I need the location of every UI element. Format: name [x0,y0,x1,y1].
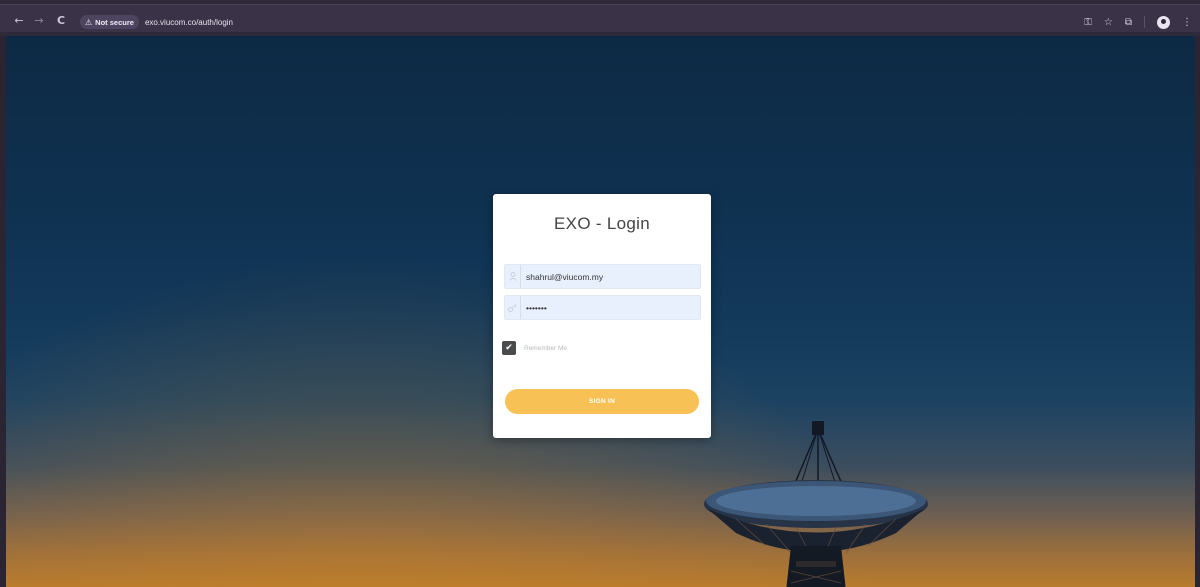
username-input[interactable] [526,271,696,282]
url-text[interactable]: exo.viucom.co/auth/login [145,18,233,27]
sign-in-button[interactable]: SIGN IN [505,389,699,414]
address-bar[interactable]: ⚠ Not secure exo.viucom.co/auth/login [80,14,1070,30]
forward-icon[interactable]: → [32,14,46,28]
bookmark-star-icon[interactable]: ☆ [1104,17,1113,28]
password-field[interactable]: ••••••• [504,295,701,320]
security-indicator[interactable]: ⚠ Not secure [80,15,139,29]
back-icon[interactable]: ← [12,14,26,28]
remember-me-checkbox[interactable]: ✔ [502,341,516,355]
browser-actions: ⚿ ☆ ⧉ ⋮ [1084,14,1192,30]
remember-me-label: Remember Me [524,344,567,352]
key-icon [505,296,521,319]
browser-toolbar: ← → C ⚠ Not secure exo.viucom.co/auth/lo… [0,4,1200,32]
satellite-dish-image [704,421,928,587]
remember-me[interactable]: ✔ Remember Me [502,341,567,355]
login-card: EXO - Login ••••••• ✔ Rememb [493,194,711,438]
password-key-icon[interactable]: ⚿ [1084,17,1092,28]
extensions-icon[interactable]: ⧉ [1125,17,1132,28]
reload-icon[interactable]: C [54,14,68,28]
login-title: EXO - Login [554,214,650,233]
security-label: Not secure [95,17,134,27]
warning-icon: ⚠ [85,17,93,27]
profile-avatar-icon[interactable] [1157,15,1170,29]
username-field[interactable] [504,264,701,289]
toolbar-divider [1144,16,1145,28]
login-page-background: EXO - Login ••••••• ✔ Rememb [6,36,1195,587]
user-icon [505,265,521,288]
browser-menu-icon[interactable]: ⋮ [1182,17,1192,28]
password-input[interactable]: ••••••• [526,303,696,313]
browser-chrome: ← → C ⚠ Not secure exo.viucom.co/auth/lo… [0,0,1200,36]
